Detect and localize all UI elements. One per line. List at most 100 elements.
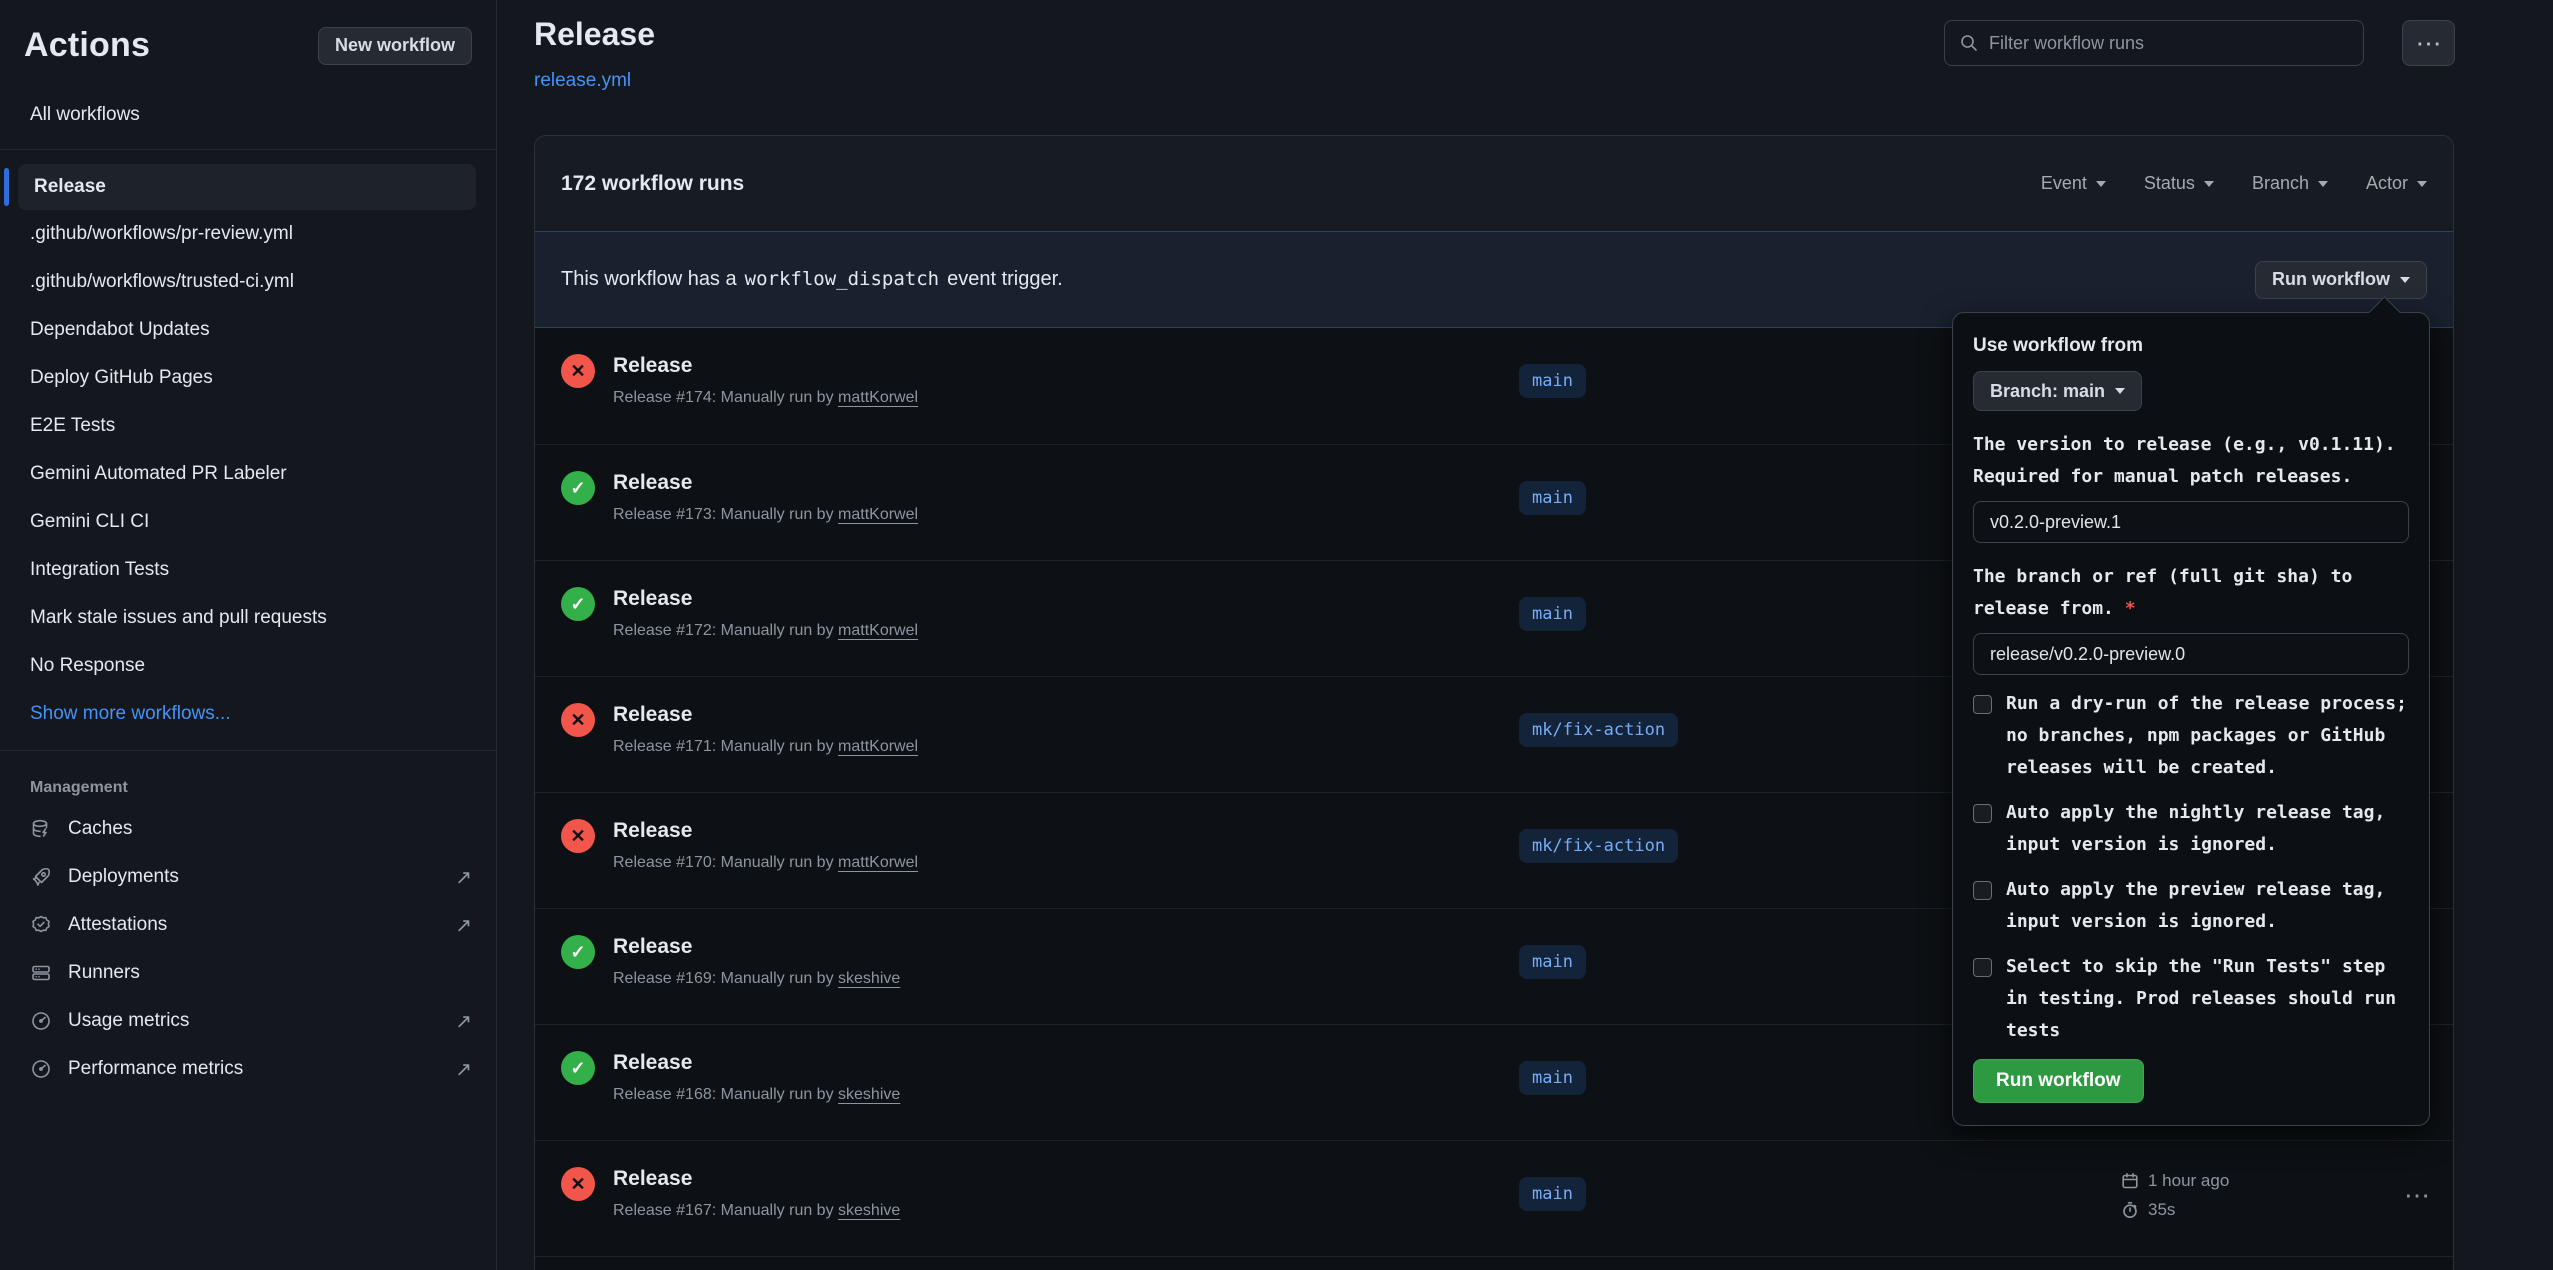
chevron-down-icon bbox=[2417, 181, 2427, 192]
sidebar-divider bbox=[0, 149, 496, 150]
sidebar-item-label: Usage metrics bbox=[68, 1010, 189, 1032]
sidebar-item-gemini-pr-labeler[interactable]: Gemini Automated PR Labeler bbox=[0, 450, 496, 498]
sidebar-item-performance-metrics[interactable]: Performance metrics ↗ bbox=[0, 1045, 496, 1093]
sidebar-item-deployments[interactable]: Deployments ↗ bbox=[0, 853, 496, 901]
run-branch-badge[interactable]: main bbox=[1519, 1177, 1586, 1211]
workflow-run-row: ✕ Release Release #167: Manually run by … bbox=[535, 1140, 2453, 1256]
sidebar-item-caches[interactable]: Caches bbox=[0, 805, 496, 853]
ref-input[interactable] bbox=[1973, 633, 2409, 675]
run-actor-link[interactable]: mattKorwel bbox=[838, 389, 918, 406]
new-workflow-button[interactable]: New workflow bbox=[318, 27, 472, 65]
run-branch-badge[interactable]: main bbox=[1519, 597, 1586, 631]
run-title-link[interactable]: Release bbox=[613, 935, 692, 958]
branch-selector-dropdown[interactable]: Branch: main bbox=[1973, 371, 2142, 411]
dry-run-checkbox[interactable] bbox=[1973, 695, 1992, 714]
run-status-icon: ✓ bbox=[561, 587, 595, 621]
preview-tag-checkbox[interactable] bbox=[1973, 881, 1992, 900]
workflow-dispatch-code: workflow_dispatch bbox=[745, 268, 939, 290]
run-options-kebab-button[interactable]: ⋯ bbox=[2387, 1175, 2447, 1215]
sidebar-item-gemini-cli-ci[interactable]: Gemini CLI CI bbox=[0, 498, 496, 546]
filter-status-dropdown[interactable]: Status bbox=[2144, 173, 2214, 194]
chevron-down-icon bbox=[2400, 277, 2410, 288]
chevron-down-icon bbox=[2318, 181, 2328, 192]
sidebar-item-all-workflows[interactable]: All workflows bbox=[0, 93, 496, 137]
sidebar-item-e2e-tests[interactable]: E2E Tests bbox=[0, 402, 496, 450]
run-title-link[interactable]: Release bbox=[613, 587, 692, 610]
version-input-description: The version to release (e.g., v0.1.11). … bbox=[1973, 429, 2409, 493]
run-title-link[interactable]: Release bbox=[613, 703, 692, 726]
sidebar-item-no-response[interactable]: No Response bbox=[0, 642, 496, 690]
sidebar-item-integration-tests[interactable]: Integration Tests bbox=[0, 546, 496, 594]
sidebar-item-deploy-github-pages[interactable]: Deploy GitHub Pages bbox=[0, 354, 496, 402]
filter-runs-search[interactable] bbox=[1944, 20, 2364, 66]
run-status-icon: ✓ bbox=[561, 935, 595, 969]
filter-actor-dropdown[interactable]: Actor bbox=[2366, 173, 2427, 194]
show-more-workflows-link[interactable]: Show more workflows... bbox=[0, 690, 496, 738]
page-title: Release bbox=[534, 16, 655, 53]
search-input[interactable] bbox=[1989, 33, 2349, 54]
rocket-icon bbox=[30, 866, 52, 888]
run-actor-link[interactable]: skeshive bbox=[838, 1202, 900, 1219]
server-icon bbox=[30, 962, 52, 984]
run-branch-badge[interactable]: mk/fix-action bbox=[1519, 713, 1678, 747]
sidebar-item-usage-metrics[interactable]: Usage metrics ↗ bbox=[0, 997, 496, 1045]
sidebar-item-label: Caches bbox=[68, 818, 132, 840]
sidebar-item-label: Performance metrics bbox=[68, 1058, 243, 1080]
nightly-tag-option: Auto apply the nightly release tag, inpu… bbox=[1973, 797, 2409, 861]
external-link-icon: ↗ bbox=[455, 865, 472, 890]
skip-tests-option: Select to skip the "Run Tests" step in t… bbox=[1973, 951, 2409, 1047]
run-actor-link[interactable]: skeshive bbox=[838, 1086, 900, 1103]
run-branch-badge[interactable]: main bbox=[1519, 364, 1586, 398]
run-actor-link[interactable]: mattKorwel bbox=[838, 506, 918, 523]
filter-branch-dropdown[interactable]: Branch bbox=[2252, 173, 2328, 194]
sidebar-item-label: Attestations bbox=[68, 914, 167, 936]
run-actor-link[interactable]: mattKorwel bbox=[838, 622, 918, 639]
sidebar-item-mark-stale[interactable]: Mark stale issues and pull requests bbox=[0, 594, 496, 642]
nightly-tag-checkbox[interactable] bbox=[1973, 804, 1992, 823]
run-actor-link[interactable]: mattKorwel bbox=[838, 738, 918, 755]
sidebar-item-runners[interactable]: Runners bbox=[0, 949, 496, 997]
run-duration: 35s bbox=[2148, 1200, 2175, 1220]
run-title-link[interactable]: Release bbox=[613, 819, 692, 842]
sidebar-item-label: Deployments bbox=[68, 866, 179, 888]
workflow-file-link[interactable]: release.yml bbox=[534, 70, 631, 92]
chevron-down-icon bbox=[2096, 181, 2106, 192]
workflow-options-kebab-button[interactable]: ⋯ bbox=[2402, 20, 2455, 66]
stopwatch-icon bbox=[2121, 1201, 2139, 1219]
run-workflow-submit-button[interactable]: Run workflow bbox=[1973, 1059, 2144, 1103]
runs-count: 172 workflow runs bbox=[561, 172, 744, 196]
run-status-icon: ✓ bbox=[561, 471, 595, 505]
external-link-icon: ↗ bbox=[455, 1057, 472, 1082]
required-asterisk: * bbox=[2125, 598, 2136, 619]
run-actor-link[interactable]: skeshive bbox=[838, 970, 900, 987]
run-branch-badge[interactable]: mk/fix-action bbox=[1519, 829, 1678, 863]
run-workflow-popup: Use workflow from Branch: main The versi… bbox=[1952, 312, 2430, 1126]
run-actor-link[interactable]: mattKorwel bbox=[838, 854, 918, 871]
sidebar-item-trusted-ci[interactable]: .github/workflows/trusted-ci.yml bbox=[0, 258, 496, 306]
selected-accent-bar bbox=[4, 168, 9, 206]
run-status-icon: ✓ bbox=[561, 1051, 595, 1085]
external-link-icon: ↗ bbox=[455, 1009, 472, 1034]
sidebar-item-pr-review[interactable]: .github/workflows/pr-review.yml bbox=[0, 210, 496, 258]
sidebar-item-attestations[interactable]: Attestations ↗ bbox=[0, 901, 496, 949]
run-title-link[interactable]: Release bbox=[613, 354, 692, 377]
runs-toolbar: 172 workflow runs Event Status Branch Ac… bbox=[535, 136, 2453, 231]
run-branch-badge[interactable]: main bbox=[1519, 945, 1586, 979]
run-title-link[interactable]: Release bbox=[613, 1167, 692, 1190]
run-workflow-dropdown-button[interactable]: Run workflow bbox=[2255, 261, 2427, 299]
sidebar-item-release[interactable]: Release bbox=[18, 164, 476, 210]
run-title-link[interactable]: Release bbox=[613, 1051, 692, 1074]
chevron-down-icon bbox=[2115, 388, 2125, 399]
sidebar-item-label: Runners bbox=[68, 962, 140, 984]
run-branch-badge[interactable]: main bbox=[1519, 1061, 1586, 1095]
run-title-link[interactable]: Release bbox=[613, 471, 692, 494]
run-time: 1 hour ago bbox=[2148, 1171, 2229, 1191]
version-input[interactable] bbox=[1973, 501, 2409, 543]
banner-text: This workflow has aworkflow_dispatcheven… bbox=[561, 268, 1063, 291]
run-branch-badge[interactable]: main bbox=[1519, 481, 1586, 515]
sidebar-item-dependabot-updates[interactable]: Dependabot Updates bbox=[0, 306, 496, 354]
sidebar-title: Actions bbox=[24, 26, 150, 65]
filter-event-dropdown[interactable]: Event bbox=[2041, 173, 2106, 194]
skip-tests-checkbox[interactable] bbox=[1973, 958, 1992, 977]
ref-input-description: The branch or ref (full git sha) to rele… bbox=[1973, 561, 2409, 625]
